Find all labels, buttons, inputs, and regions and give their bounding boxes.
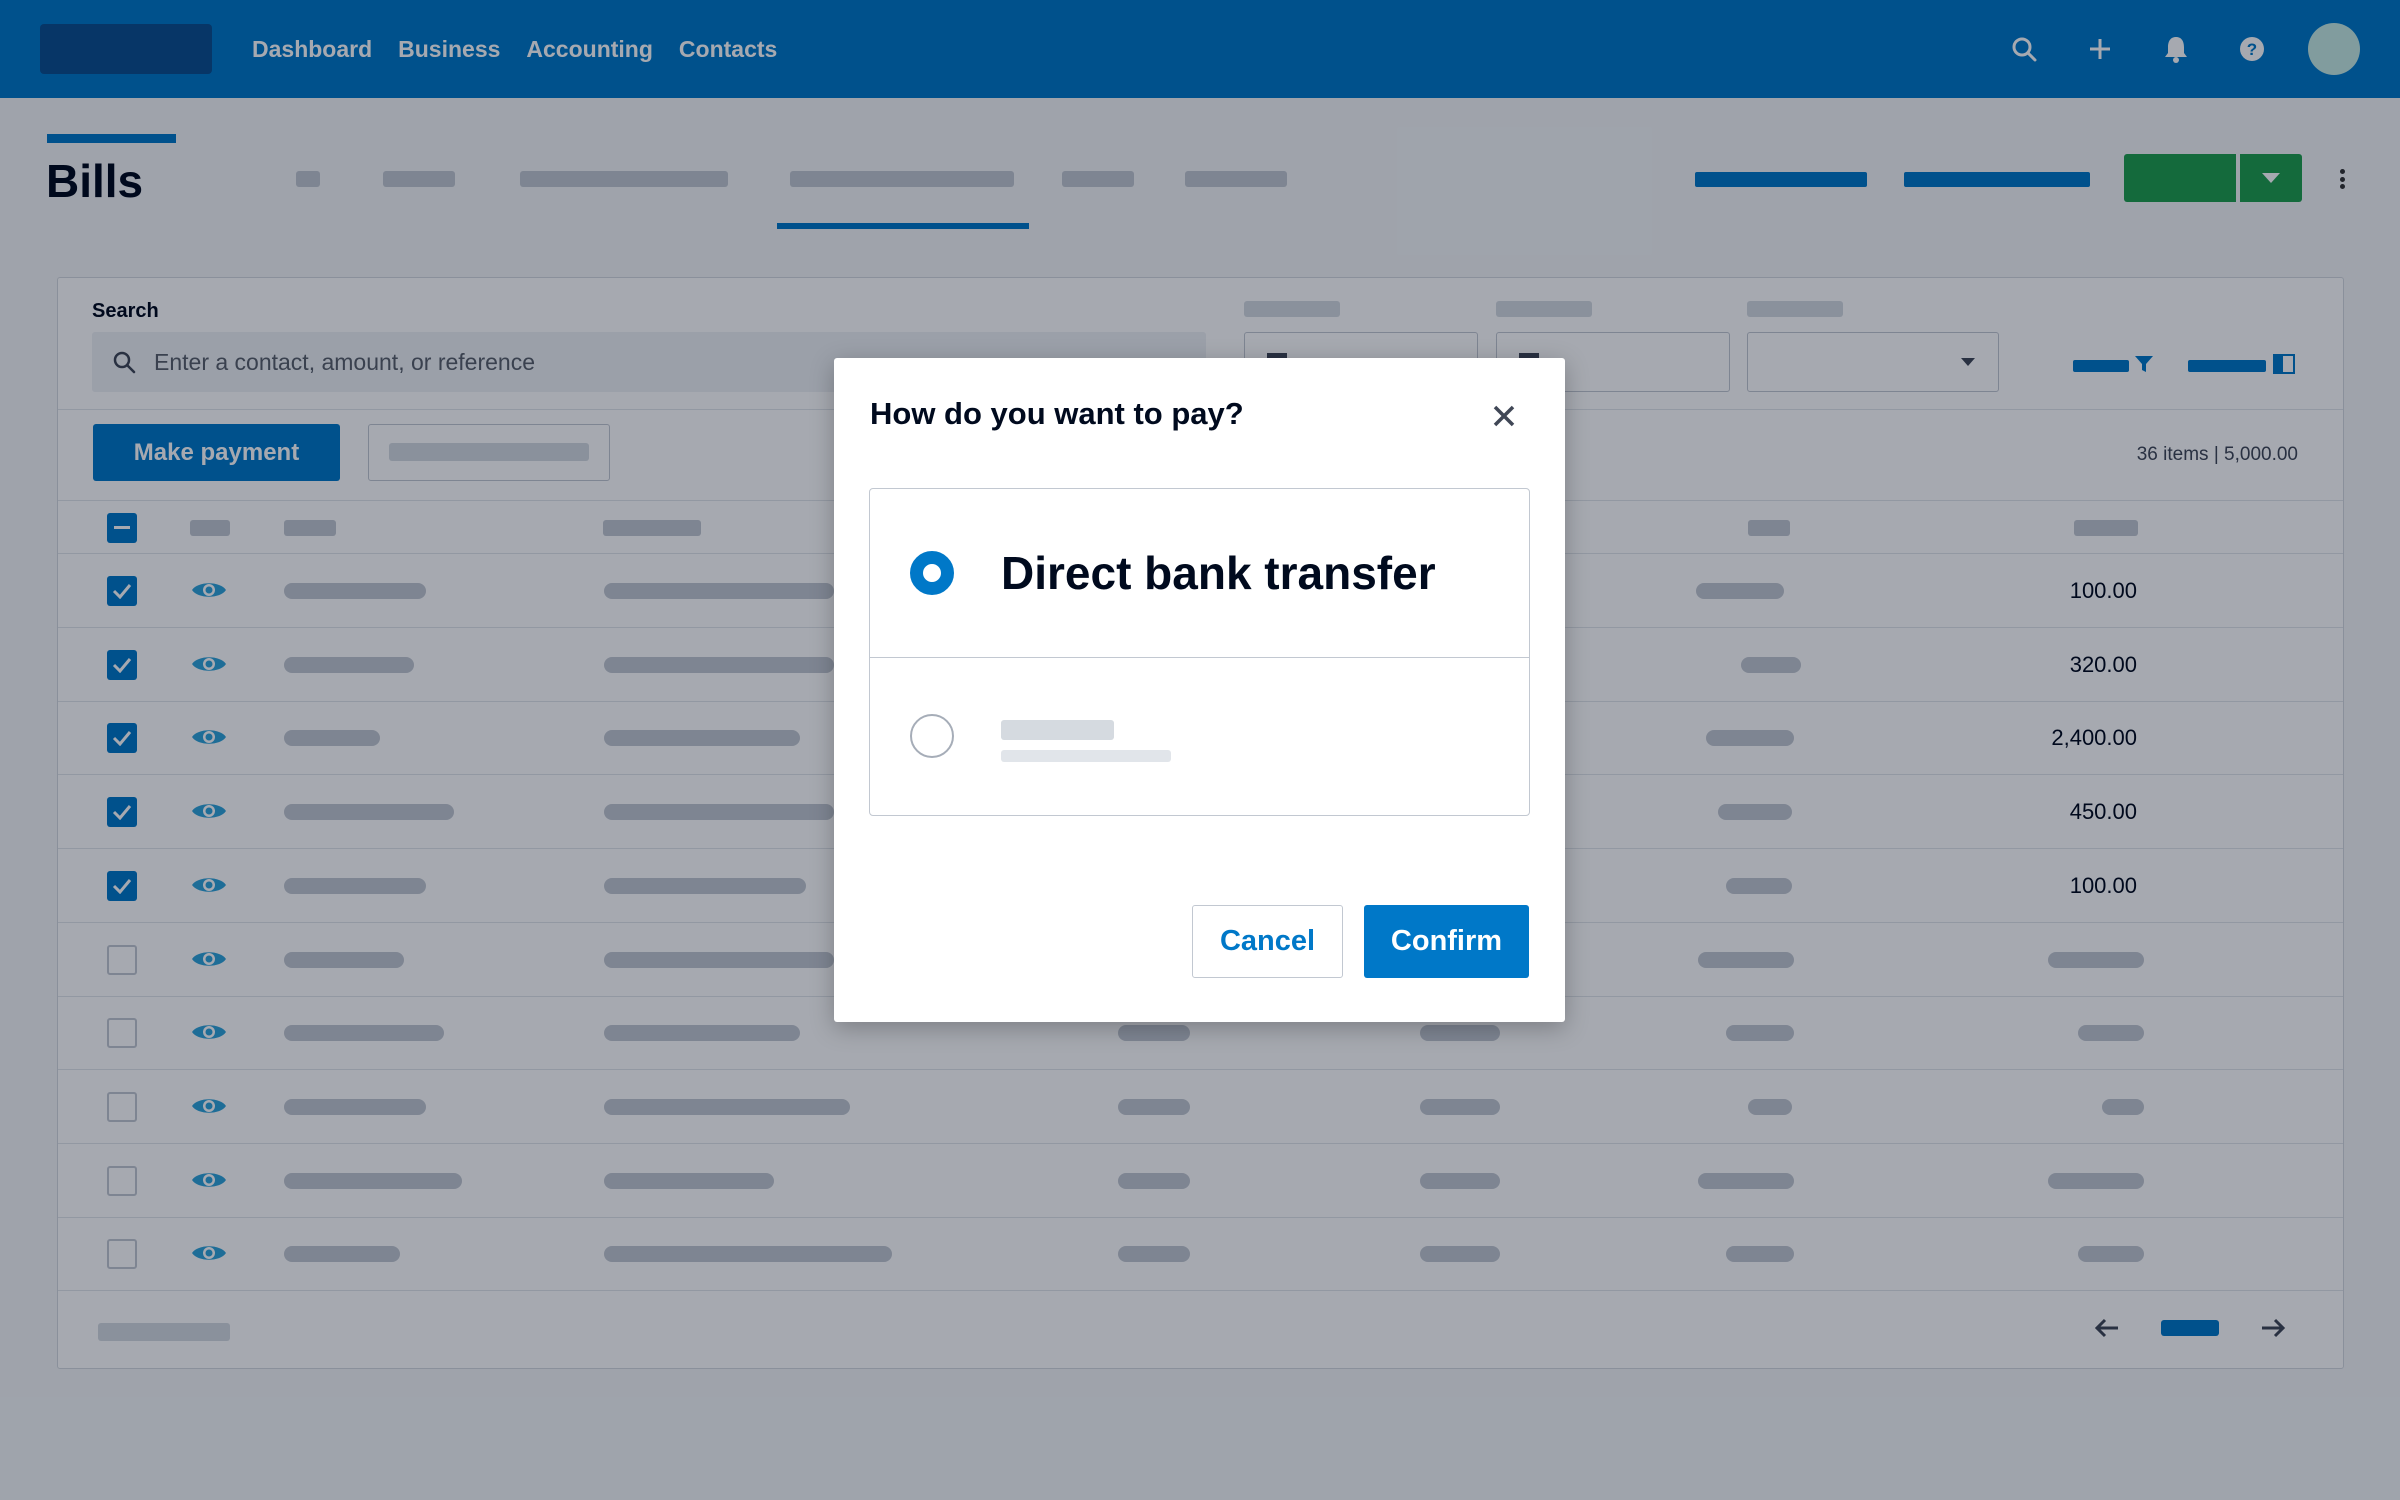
confirm-button[interactable]: Confirm (1364, 905, 1529, 978)
cancel-button[interactable]: Cancel (1192, 905, 1343, 978)
option-direct-bank-transfer[interactable]: Direct bank transfer (870, 489, 1529, 658)
dialog-title: How do you want to pay? (870, 396, 1244, 431)
radio-selected[interactable] (910, 551, 954, 595)
option-description-placeholder (1001, 750, 1171, 762)
option-label: Direct bank transfer (1001, 547, 1436, 599)
payment-method-dialog: How do you want to pay? Direct bank tran… (834, 358, 1565, 1022)
option-label-placeholder (1001, 720, 1114, 740)
close-icon[interactable] (1484, 396, 1524, 436)
radio-unselected[interactable] (910, 714, 954, 758)
payment-options: Direct bank transfer (869, 488, 1530, 816)
option-alternative[interactable] (870, 658, 1529, 816)
